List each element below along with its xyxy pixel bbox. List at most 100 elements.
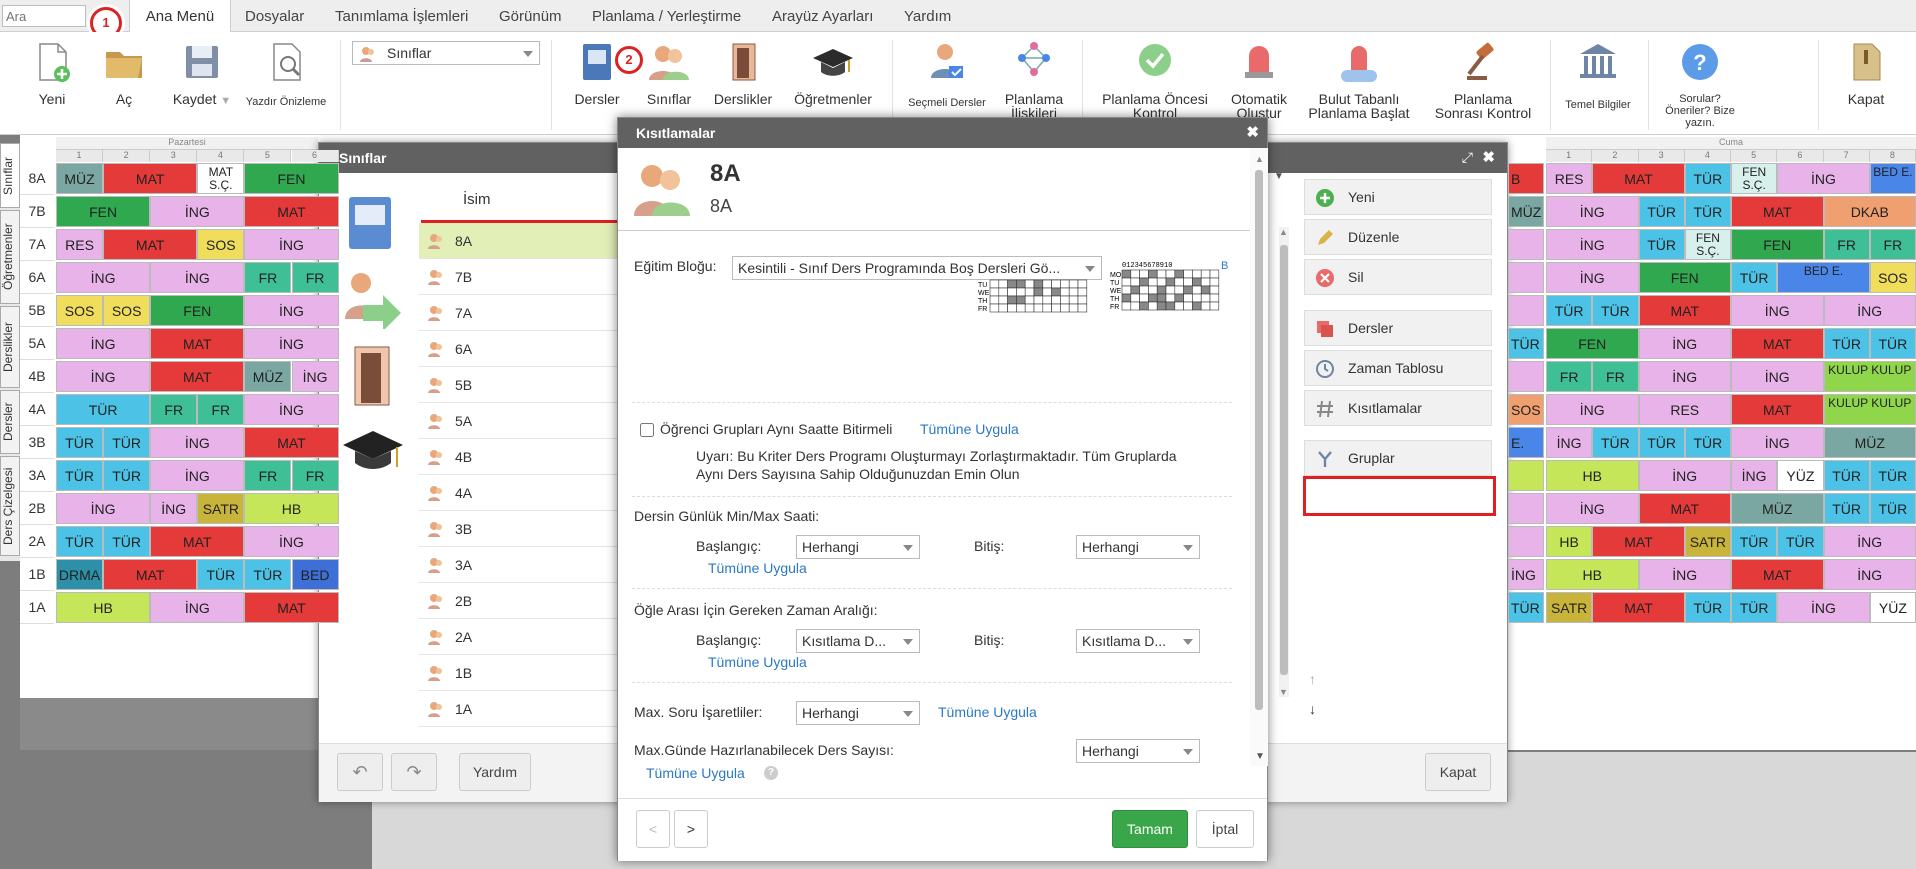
tab-planlama-yerlestirme[interactable]: Planlama / Yerleştirme (592, 0, 741, 32)
lesson-cell[interactable]: İNG (56, 361, 151, 392)
lesson-cell[interactable]: MAT (1592, 526, 1685, 557)
lesson-cell[interactable]: MAT (150, 361, 245, 392)
lesson-cell[interactable]: TÜR (1731, 592, 1778, 623)
lesson-cell[interactable]: İNG (1823, 559, 1916, 590)
scroll-up-icon[interactable]: ▲ (1279, 227, 1288, 237)
scrollbar-thumb[interactable] (1280, 245, 1288, 675)
lesson-cell[interactable]: TÜR (56, 394, 151, 425)
lesson-cell[interactable]: TÜR (1869, 493, 1916, 524)
class-list-item[interactable]: 7B (419, 259, 617, 295)
tab-ana-menu[interactable]: Ana Menü (129, 0, 231, 33)
lesson-cell[interactable]: FR (1823, 229, 1870, 260)
lesson-cell[interactable]: MAT (1638, 295, 1731, 326)
tab-dosyalar[interactable]: Dosyalar (245, 0, 304, 32)
gunluk-bitis-select[interactable]: Herhangi (1076, 535, 1200, 559)
side-button-sil[interactable]: Sil (1304, 259, 1492, 295)
row-label[interactable]: 1B (20, 558, 54, 591)
lesson-cell[interactable]: TÜR (1731, 526, 1778, 557)
move-down-icon[interactable]: ↓ (1309, 701, 1316, 717)
ogrenci-gruplari-checkbox[interactable] (640, 423, 654, 437)
tumune-uygula-link[interactable]: Tümüne Uygula (708, 560, 807, 576)
class-list-item[interactable]: 3B (419, 511, 617, 547)
yeni-button[interactable]: Yeni (30, 40, 74, 106)
lesson-cell[interactable]: MAT (103, 559, 198, 590)
lesson-cell[interactable]: İNG (150, 592, 245, 623)
lesson-cell[interactable]: E. (1508, 427, 1544, 458)
bulut-planlama-button[interactable]: Bulut Tabanlı Planlama Başlat (1302, 40, 1416, 120)
book-icon[interactable] (345, 195, 395, 251)
otomatik-olustur-button[interactable]: Otomatik Oluştur (1226, 40, 1292, 120)
lesson-cell[interactable]: İNG (291, 361, 339, 392)
lesson-cell[interactable]: İNG (1823, 526, 1916, 557)
lesson-cell[interactable]: HB (1546, 559, 1639, 590)
prev-button[interactable]: < (636, 810, 670, 848)
lesson-cell[interactable]: FR (1592, 361, 1639, 392)
class-list-item[interactable]: 5A (419, 403, 617, 439)
lesson-cell[interactable]: RES (1638, 394, 1731, 425)
lesson-cell[interactable]: FEN (244, 163, 339, 194)
tumune-uygula-link[interactable]: Tümüne Uygula (646, 765, 745, 781)
scroll-down-icon[interactable]: ▼ (1255, 751, 1265, 762)
lesson-cell[interactable]: TÜR (1869, 328, 1916, 359)
grid-link[interactable]: B (1221, 260, 1228, 272)
lesson-cell[interactable]: B (1508, 163, 1544, 194)
row-label[interactable]: 7B (20, 195, 54, 228)
lesson-cell[interactable]: TÜR (1731, 262, 1778, 293)
lesson-cell[interactable]: İNG (150, 262, 245, 293)
max-gunde-select[interactable]: Herhangi (1076, 739, 1200, 763)
lesson-cell[interactable]: İNG (244, 394, 339, 425)
scroll-up-icon[interactable]: ▲ (1255, 154, 1264, 164)
lesson-cell[interactable]: FR (1869, 229, 1916, 260)
lesson-cell[interactable]: İNG (56, 262, 151, 293)
lesson-cell[interactable] (1508, 229, 1544, 260)
lesson-cell[interactable] (1508, 295, 1544, 326)
lesson-cell[interactable]: BED E. (1777, 262, 1870, 293)
lesson-cell[interactable]: HB (56, 592, 151, 623)
class-list-item[interactable]: 2B (419, 583, 617, 619)
lesson-cell[interactable]: TÜR (1638, 196, 1685, 227)
lesson-cell[interactable]: MAT (150, 526, 245, 557)
vtab-ders-cizelgesi[interactable]: Ders Çizelgesi (0, 456, 20, 556)
lesson-cell[interactable]: MAT (1731, 196, 1824, 227)
lesson-cell[interactable]: İNG (1638, 328, 1731, 359)
scroll-down-icon[interactable]: ▼ (1279, 687, 1288, 697)
scrollbar-track[interactable]: ▲ ▼ (1279, 227, 1289, 697)
side-button-kisitlamalar[interactable]: Kısıtlamalar (1304, 390, 1492, 426)
ogle-baslangic-select[interactable]: Kısıtlama D... (796, 629, 920, 653)
row-label[interactable]: 1A (20, 591, 54, 624)
tamam-button[interactable]: Tamam (1112, 810, 1188, 848)
egitim-blogu-select[interactable]: Kesintili - Sınıf Ders Programında Boş D… (732, 256, 1102, 280)
lesson-cell[interactable]: İNG (150, 196, 245, 227)
next-button[interactable]: > (674, 810, 708, 848)
lesson-cell[interactable] (1508, 361, 1544, 392)
lesson-cell[interactable] (1508, 460, 1544, 491)
dialog-kapat-button[interactable]: Kapat (1425, 753, 1491, 791)
lesson-cell[interactable]: İNG (1638, 361, 1731, 392)
lesson-cell[interactable]: FR (197, 394, 245, 425)
lesson-cell[interactable]: MÜZ (1508, 196, 1544, 227)
search-input[interactable] (2, 5, 86, 27)
lesson-cell[interactable]: MÜZ (1823, 427, 1916, 458)
lesson-cell[interactable]: İNG (1546, 229, 1639, 260)
lesson-cell[interactable]: TÜR (56, 460, 104, 491)
lesson-cell[interactable]: İNG (1731, 427, 1824, 458)
lesson-cell[interactable]: İNG (1777, 592, 1870, 623)
class-list-item[interactable]: 4A (419, 475, 617, 511)
lesson-cell[interactable]: HB (244, 493, 339, 524)
temel-bilgiler-button[interactable]: Temel Bilgiler (1560, 40, 1636, 111)
row-label[interactable]: 6A (20, 261, 54, 294)
lesson-cell[interactable] (1508, 526, 1544, 557)
lesson-cell[interactable]: İNG (1731, 460, 1778, 491)
lesson-cell[interactable]: İNG (1777, 163, 1870, 194)
lesson-cell[interactable]: TÜR (1592, 427, 1639, 458)
lesson-cell[interactable]: TÜR (1823, 328, 1870, 359)
lesson-cell[interactable]: İNG (1731, 361, 1824, 392)
sorular-button[interactable]: ? Sorular? Öneriler? Bize yazın. (1658, 40, 1742, 129)
side-button-gruplar[interactable]: Gruplar (1304, 440, 1492, 476)
lesson-cell[interactable]: SATR (197, 493, 245, 524)
lesson-cell[interactable] (1508, 262, 1544, 293)
help-icon[interactable]: ? (764, 766, 778, 780)
class-list-item[interactable]: 8A (419, 223, 617, 259)
class-list-item[interactable]: 6A (419, 331, 617, 367)
lesson-cell[interactable]: İNG (244, 229, 339, 260)
